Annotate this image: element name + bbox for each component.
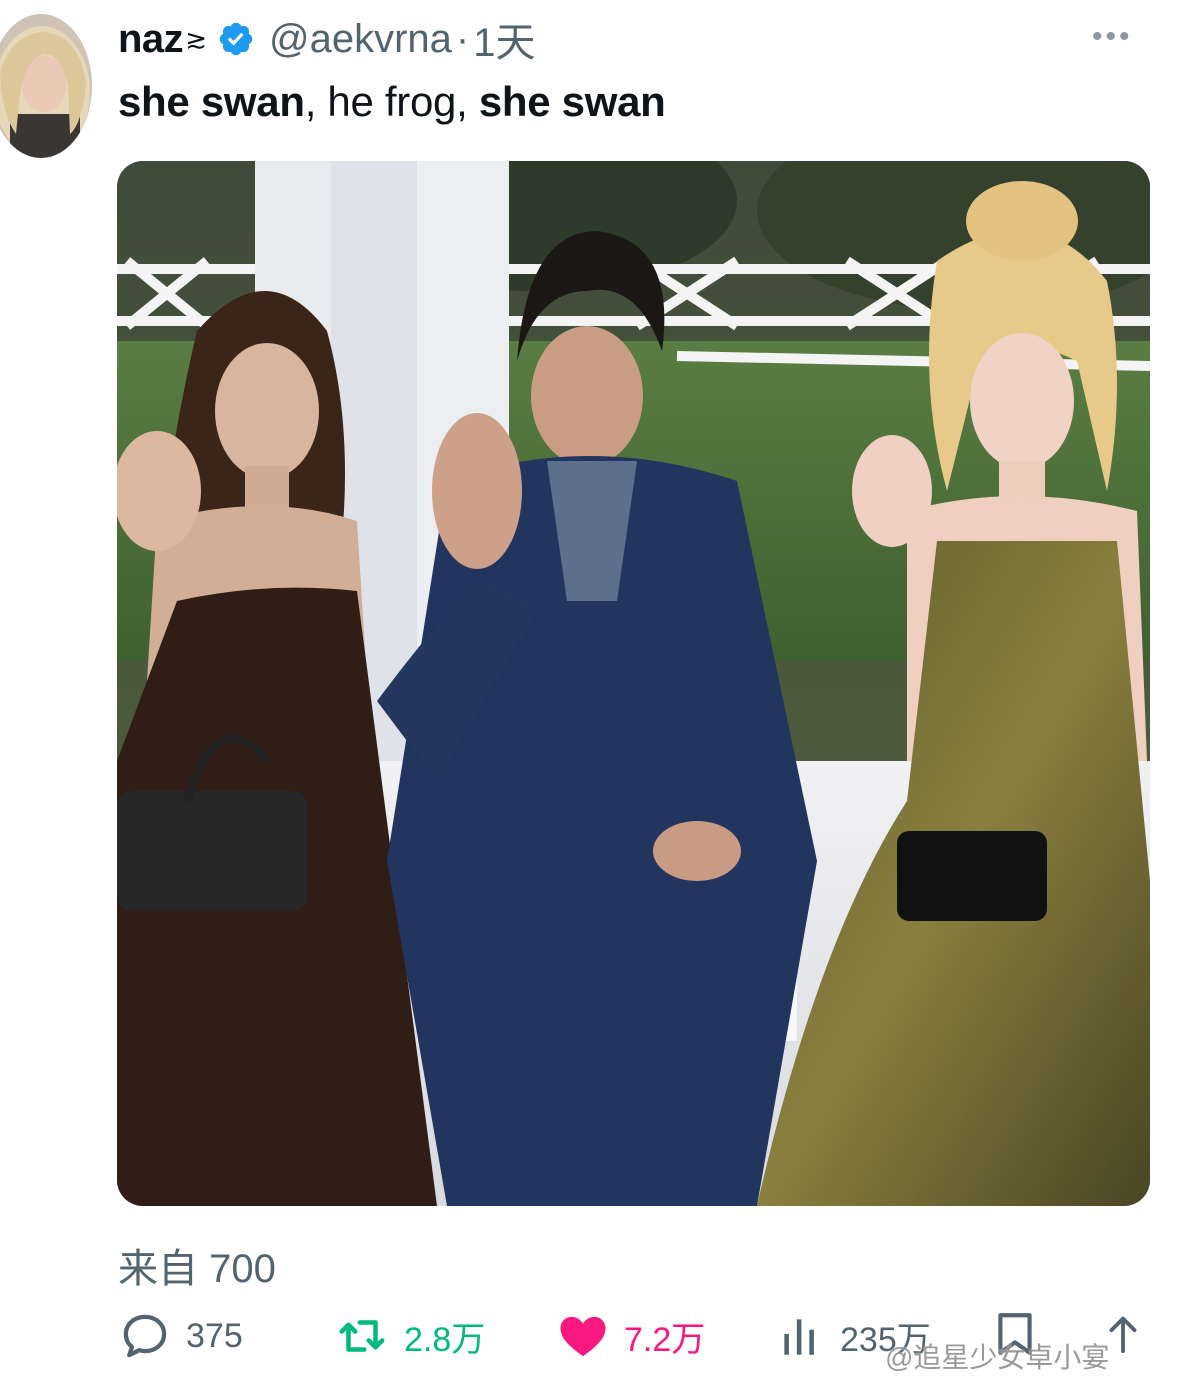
name-emoji: ≳ xyxy=(185,23,207,54)
tweet-text-bold-1: she swan xyxy=(118,78,305,125)
reply-icon xyxy=(123,1314,167,1358)
tweet-header: naz ≳ @aekvrna · 1天 xyxy=(118,14,535,66)
heart-icon xyxy=(560,1316,606,1357)
reply-count: 375 xyxy=(186,1316,243,1355)
timestamp[interactable]: 1天 xyxy=(473,10,535,68)
reply-button[interactable]: 375 xyxy=(118,1306,243,1366)
avatar-image xyxy=(0,14,92,158)
more-options-icon[interactable]: ••• xyxy=(1092,20,1133,54)
views-chart-icon xyxy=(784,1319,814,1355)
author-handle[interactable]: @aekvrna xyxy=(269,17,452,62)
video-frame xyxy=(117,161,1150,1206)
like-button[interactable]: 7.2万 xyxy=(556,1306,705,1366)
retweet-button[interactable]: 2.8万 xyxy=(334,1306,485,1366)
tweet-text-plain: , he frog, xyxy=(304,78,479,125)
author-name[interactable]: naz xyxy=(118,17,184,62)
tweet-text: she swan, he frog, she swan xyxy=(118,78,666,126)
retweet-icon xyxy=(339,1320,385,1352)
like-count: 7.2万 xyxy=(624,1320,706,1359)
avatar[interactable] xyxy=(0,14,92,158)
source-label: 来自 700 xyxy=(118,1247,276,1291)
media-video[interactable] xyxy=(117,161,1150,1206)
tweet-text-bold-2: she swan xyxy=(478,78,666,125)
verified-badge-icon xyxy=(219,22,253,56)
retweet-count: 2.8万 xyxy=(404,1320,486,1359)
watermark-text: @追星少女卓小宴 xyxy=(885,1342,1110,1373)
separator: · xyxy=(455,16,470,61)
